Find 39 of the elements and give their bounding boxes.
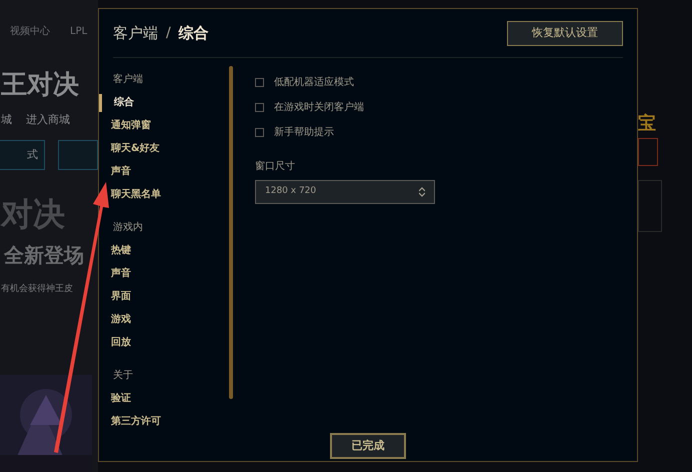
sidebar-item[interactable]: 聊天黑名单: [111, 187, 161, 202]
field-label: 窗口尺寸: [255, 160, 296, 174]
sidebar-item[interactable]: 热键: [111, 243, 131, 258]
sort-arrows-icon: [419, 187, 425, 197]
promo-subtitle: 全新登场: [4, 242, 84, 269]
section-heading: 关于: [112, 368, 134, 383]
sidebar-item[interactable]: 第三方许可: [111, 414, 161, 429]
nav-link[interactable]: 视频中心: [10, 24, 50, 39]
sidebar-item[interactable]: 声音: [111, 266, 131, 281]
side-button[interactable]: [638, 138, 658, 166]
nav-link[interactable]: LPL: [70, 24, 88, 39]
sidebar-item[interactable]: 界面: [111, 289, 131, 304]
promo-text: 有机会获得神王皮: [1, 283, 73, 296]
option-label: 在游戏时关闭客户端: [274, 100, 364, 115]
breadcrumb-item: 综合: [178, 22, 209, 44]
section-heading: 客户端: [112, 72, 144, 87]
breadcrumb-item: 客户端: [113, 22, 158, 44]
checkbox[interactable]: [255, 128, 264, 137]
section-heading: 游戏内: [112, 220, 144, 235]
sidebar-item[interactable]: 聊天&好友: [111, 141, 160, 156]
option-label: 低配机器适应模式: [274, 76, 354, 90]
breadcrumb-separator: /: [166, 24, 171, 42]
reset-defaults-button[interactable]: 恢复默认设置: [507, 20, 623, 46]
sidebar-item[interactable]: 通知弹窗: [111, 118, 151, 133]
sidebar-item[interactable]: 回放: [111, 335, 131, 350]
done-button[interactable]: 已完成: [330, 433, 406, 459]
side-title: 宝: [638, 112, 656, 136]
banner-title: 王对决: [1, 69, 79, 102]
sidebar-item[interactable]: 验证: [111, 391, 131, 406]
checkbox[interactable]: [255, 103, 264, 112]
banner-link[interactable]: 进入商城: [26, 112, 70, 128]
sidebar-item[interactable]: 声音: [111, 164, 131, 179]
window-size-select[interactable]: 1280 x 720: [255, 180, 435, 204]
sidebar-item[interactable]: 游戏: [111, 312, 131, 327]
sidebar-item[interactable]: 综合: [114, 95, 134, 110]
option-label: 新手帮助提示: [274, 126, 334, 140]
mode-button[interactable]: 式: [0, 140, 45, 170]
checkbox[interactable]: [255, 78, 264, 87]
banner-link[interactable]: 城: [1, 112, 12, 128]
